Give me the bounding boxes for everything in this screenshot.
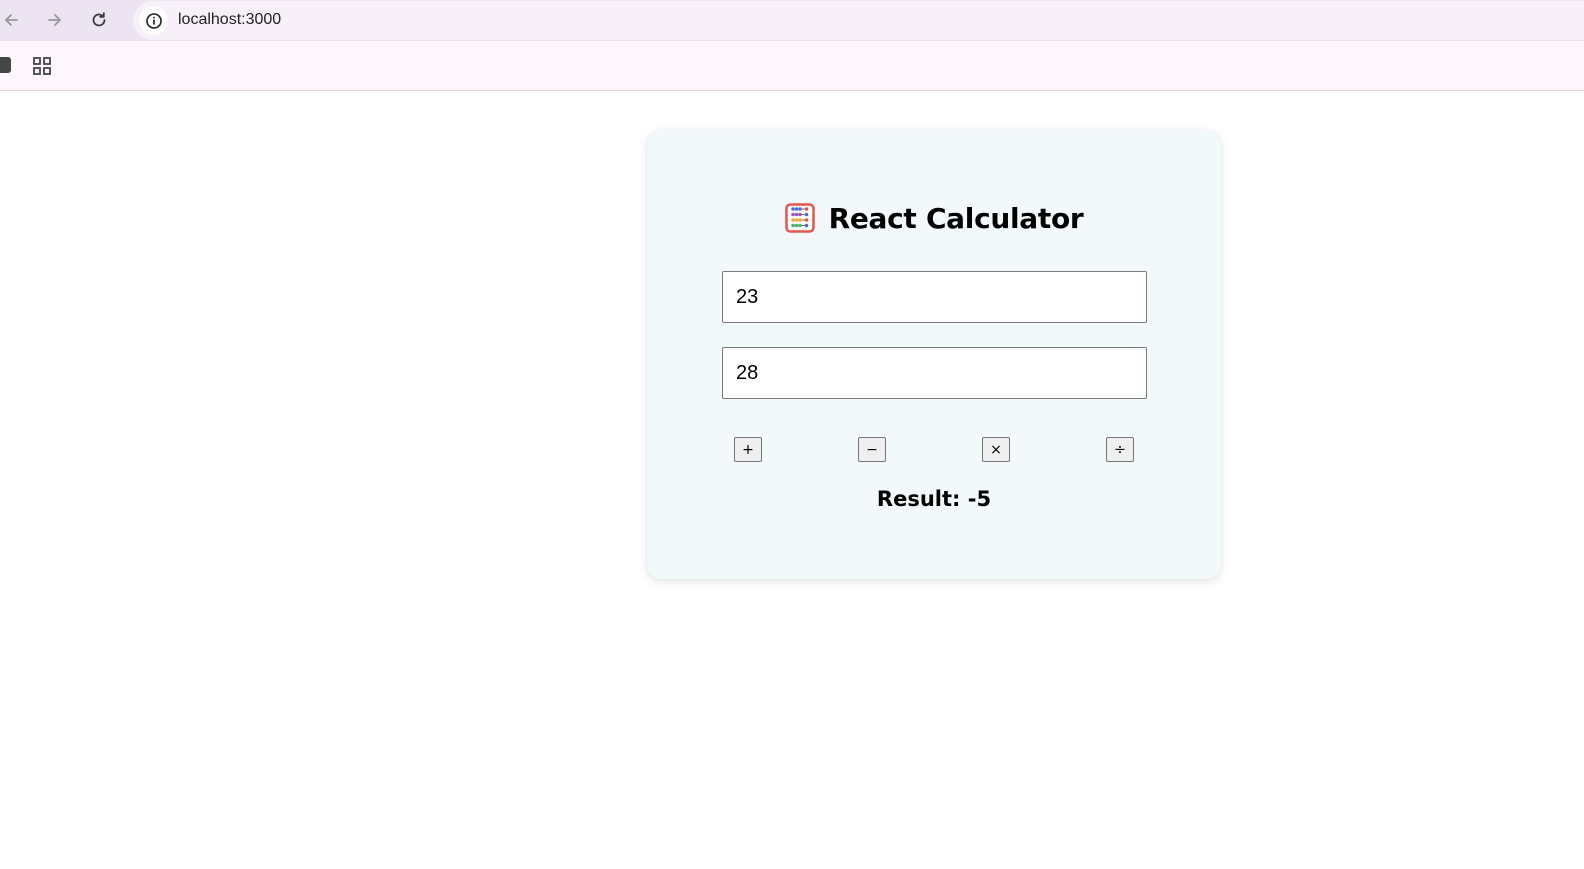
multiply-button[interactable]: × [982, 437, 1010, 462]
result-display: Result: -5 [876, 487, 992, 511]
add-button[interactable]: + [734, 437, 762, 462]
apps-grid-icon[interactable] [33, 57, 51, 75]
url-text[interactable]: localhost:3000 [178, 11, 281, 29]
forward-button[interactable] [41, 6, 69, 34]
bookmark-icon[interactable] [0, 57, 11, 73]
info-icon [145, 12, 162, 29]
first-number-input[interactable] [722, 271, 1147, 323]
subtract-button[interactable]: − [858, 437, 886, 462]
bookmarks-bar [0, 41, 1584, 91]
divide-button[interactable]: ÷ [1106, 437, 1134, 462]
address-bar[interactable]: localhost:3000 [133, 1, 1584, 40]
back-button[interactable] [0, 6, 25, 34]
reload-icon [92, 12, 106, 27]
abacus-icon [784, 203, 815, 233]
back-arrow-icon [5, 14, 18, 26]
browser-toolbar: localhost:3000 [0, 0, 1584, 41]
page-title: React Calculator [828, 201, 1084, 235]
calculator-card: React Calculator + − × ÷ Result: -5 [647, 130, 1221, 579]
site-info-button[interactable] [139, 6, 168, 35]
forward-arrow-icon [48, 14, 61, 26]
second-number-input[interactable] [722, 347, 1147, 399]
reload-button[interactable] [85, 6, 113, 34]
calculator-header: React Calculator [647, 198, 1221, 238]
